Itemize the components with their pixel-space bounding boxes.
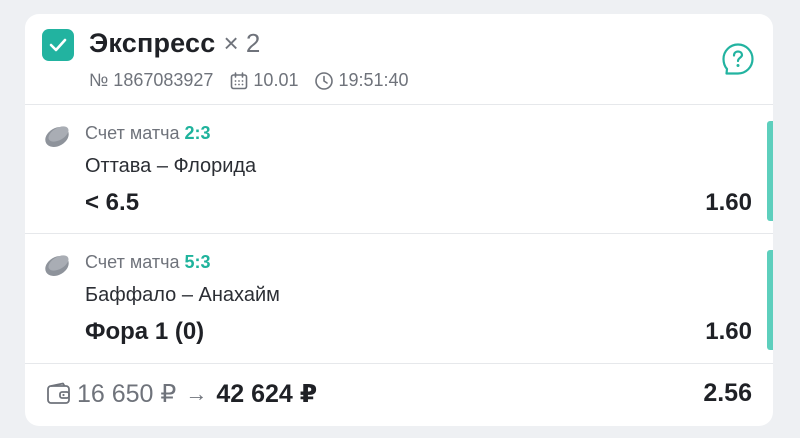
market-name: Счет матча <box>85 252 180 272</box>
potential-win: 42 624 ₽ <box>216 380 318 408</box>
stake-row: 16 650 ₽ → 42 624 ₽ <box>77 379 317 409</box>
status-indicator <box>767 121 773 221</box>
check-icon <box>49 38 67 52</box>
market-name: Счет матча <box>85 123 180 143</box>
bet-outcome: Фора 1 (0) <box>85 318 205 345</box>
bet-coefficient: 1.60 <box>705 318 752 345</box>
bet-summary: 16 650 ₽ → 42 624 ₽ 2.56 <box>25 364 773 426</box>
status-indicator <box>767 250 773 350</box>
clock-icon <box>315 71 334 90</box>
arrow-icon: → <box>185 381 208 406</box>
title-row: Экспресс × 2 <box>89 28 260 59</box>
bet-card[interactable]: Экспресс × 2 № 1867083927 10.01 19:51:40… <box>25 14 773 426</box>
match-teams: Оттава – Флорида <box>85 155 257 177</box>
date-text: 10.01 <box>253 70 299 90</box>
time-text: 19:51:40 <box>338 70 409 90</box>
bet-multiplier: × 2 <box>223 28 261 58</box>
market-label: Счет матча 5:3 <box>85 252 211 273</box>
match-score: 2:3 <box>184 123 211 143</box>
bet-time: 19:51:40 <box>314 70 409 91</box>
bet-item[interactable]: Счет матча 2:3 Оттава – Флорида < 6.5 1.… <box>25 105 773 233</box>
bet-coefficient: 1.60 <box>705 189 752 216</box>
ticket-number: № 1867083927 <box>89 70 214 90</box>
help-icon[interactable] <box>721 42 755 76</box>
match-teams: Баффало – Анахайм <box>85 284 280 306</box>
bet-item[interactable]: Счет матча 5:3 Баффало – Анахайм Фора 1 … <box>25 234 773 362</box>
calendar-icon <box>231 71 248 89</box>
total-coefficient: 2.56 <box>703 379 752 407</box>
bet-date: 10.01 <box>229 70 298 91</box>
bet-header: Экспресс × 2 № 1867083927 10.01 19:51:40 <box>25 14 773 104</box>
bet-meta: № 1867083927 10.01 19:51:40 <box>89 70 409 91</box>
hockey-puck-icon <box>45 126 69 147</box>
hockey-puck-icon <box>45 255 69 276</box>
stake-amount: 16 650 ₽ <box>77 380 177 408</box>
bet-outcome: < 6.5 <box>85 189 140 216</box>
match-score: 5:3 <box>184 252 211 272</box>
bet-type-title: Экспресс <box>89 28 216 58</box>
select-checkbox[interactable] <box>42 29 74 61</box>
wallet-icon <box>47 382 70 404</box>
market-label: Счет матча 2:3 <box>85 123 211 144</box>
